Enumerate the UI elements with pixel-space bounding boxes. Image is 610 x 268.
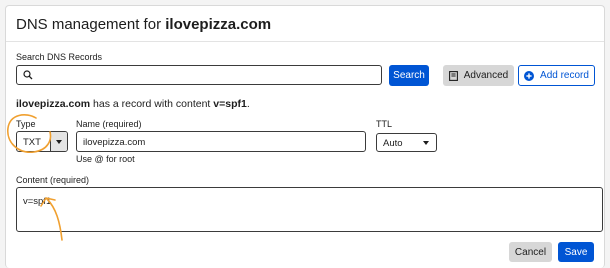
- advanced-icon: [448, 70, 458, 81]
- page-title: DNS management for ilovepizza.com: [16, 16, 271, 33]
- content-label: Content (required): [16, 175, 90, 185]
- name-field[interactable]: ilovepizza.com: [76, 131, 366, 152]
- advanced-button[interactable]: Advanced: [443, 65, 514, 86]
- type-label: Type: [16, 119, 36, 129]
- search-icon: [23, 70, 33, 80]
- advanced-button-label: Advanced: [463, 70, 509, 81]
- ttl-label: TTL: [376, 119, 393, 129]
- card-header: DNS management for ilovepizza.com: [6, 6, 604, 42]
- search-button-label: Search: [393, 70, 425, 81]
- title-domain: ilovepizza.com: [165, 16, 272, 33]
- search-label: Search DNS Records: [16, 52, 103, 62]
- info-middle: has a record with content: [90, 98, 214, 110]
- info-end: .: [246, 98, 250, 110]
- info-domain: ilovepizza.com: [16, 98, 91, 110]
- search-input[interactable]: [16, 65, 382, 85]
- save-button-label: Save: [564, 246, 588, 258]
- save-button[interactable]: Save: [558, 242, 594, 262]
- cancel-button[interactable]: Cancel: [509, 242, 552, 262]
- search-button[interactable]: Search: [389, 65, 429, 86]
- dns-management-card: DNS management for ilovepizza.com Search…: [5, 5, 605, 268]
- plus-circle-icon: [524, 70, 535, 81]
- ttl-select[interactable]: Auto: [376, 133, 437, 152]
- chevron-down-icon: [56, 140, 62, 144]
- type-value: TXT: [23, 137, 41, 148]
- name-label: Name (required): [76, 119, 142, 129]
- info-content: v=spf1: [213, 98, 247, 110]
- record-info-text: ilovepizza.com has a record with content…: [16, 98, 250, 110]
- ttl-value: Auto: [383, 138, 403, 149]
- title-prefix: DNS management for: [16, 16, 166, 33]
- content-value: v=spf1: [23, 196, 52, 207]
- name-hint: Use @ for root: [76, 154, 135, 164]
- chevron-down-icon: [423, 141, 429, 145]
- add-record-label: Add record: [540, 70, 589, 81]
- type-dropdown-toggle[interactable]: [50, 132, 67, 151]
- add-record-button[interactable]: Add record: [518, 65, 595, 86]
- type-select[interactable]: TXT: [16, 131, 68, 152]
- cancel-button-label: Cancel: [514, 246, 547, 258]
- content-textarea[interactable]: v=spf1: [16, 187, 603, 232]
- name-value: ilovepizza.com: [83, 137, 146, 148]
